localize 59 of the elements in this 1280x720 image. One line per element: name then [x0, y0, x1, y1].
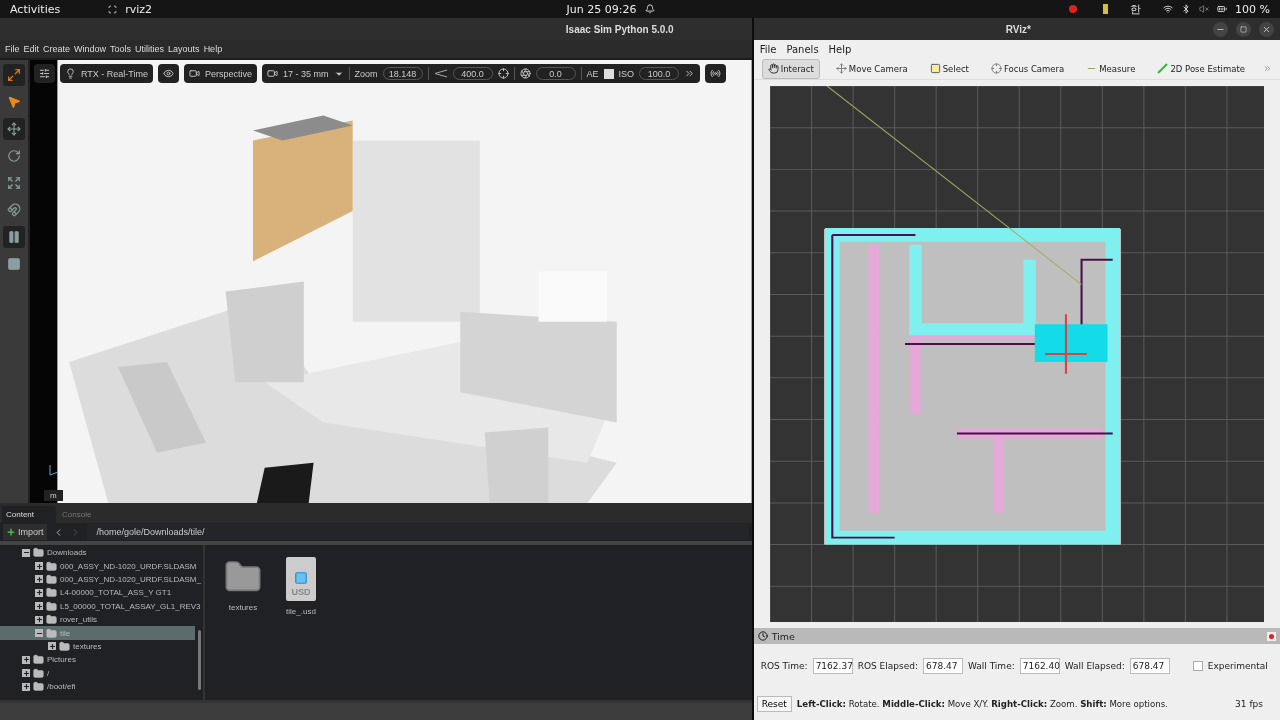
tree-item[interactable]: 000_ASSY_ND-1020_URDF.SLDASM: [60, 561, 197, 571]
tree-item[interactable]: Pictures: [47, 655, 76, 665]
menu-item[interactable]: Tools: [110, 44, 132, 54]
panel-title: Time: [771, 630, 795, 642]
tool-button[interactable]: Focus Camera: [984, 58, 1071, 79]
menu-item[interactable]: Help: [203, 44, 223, 54]
field-label: ROS Elapsed:: [857, 661, 918, 671]
reset-button[interactable]: Reset: [756, 696, 792, 712]
clock[interactable]: Jun 25 09:26: [566, 2, 637, 16]
activities-button[interactable]: Activities: [10, 2, 61, 16]
menu-item[interactable]: Edit: [23, 44, 40, 54]
iso-label: ISO: [618, 68, 635, 79]
tree-item[interactable]: /: [47, 668, 50, 678]
window-title: Isaac Sim Python 5.0.0: [565, 23, 674, 35]
tool-button[interactable]: Select: [923, 58, 975, 79]
zoom-label: Zoom: [354, 68, 378, 79]
file-name[interactable]: textures: [228, 603, 258, 612]
tree-item[interactable]: Downloads: [47, 548, 87, 558]
field-label: ROS Time:: [760, 661, 808, 671]
input-method[interactable]: 한: [1130, 1, 1142, 17]
help-text: Left-Click: Rotate. Middle-Click: Move X/Y. Right-Click: Zoom. Shift: More options.: [796, 699, 1168, 709]
ae-label: AE: [586, 68, 599, 79]
time-field[interactable]: 678.47: [1129, 658, 1170, 674]
tool-button[interactable]: Move Camera: [829, 58, 914, 79]
menu-item[interactable]: File: [759, 43, 777, 55]
window-title: RViz*: [1005, 23, 1031, 35]
tab[interactable]: Content: [2, 506, 56, 523]
tool-button[interactable]: Interact: [761, 58, 820, 79]
menu-item[interactable]: Panels: [786, 43, 819, 55]
tree-item[interactable]: 000_ASSY_ND-1020_URDF.SLDASM_: [60, 574, 201, 584]
time-field[interactable]: 7162.40: [1019, 658, 1060, 674]
checkbox-label: Experimental: [1207, 661, 1268, 671]
menu-item[interactable]: Layouts: [168, 44, 200, 54]
tool-button[interactable]: 2D Pose Estimate: [1151, 58, 1251, 79]
time-field[interactable]: 678.47: [922, 658, 963, 674]
lens-range[interactable]: 17 - 35 mm: [283, 68, 329, 79]
fps-counter: 31 fps: [1235, 699, 1263, 709]
menu-item[interactable]: File: [5, 44, 20, 54]
camera-button[interactable]: Perspective: [184, 64, 258, 83]
app-name[interactable]: rviz2: [125, 2, 153, 16]
battery-level: 100 %: [1235, 2, 1270, 16]
tree-item[interactable]: /boot/efi: [47, 682, 76, 692]
menu-item[interactable]: Create: [43, 44, 71, 54]
renderer-button[interactable]: RTX - Real-Time: [60, 64, 153, 83]
tool-button[interactable]: Measure: [1080, 58, 1142, 79]
tree-item[interactable]: L4-00000_TOTAL_ASS_Y GT1: [60, 588, 172, 598]
units-label: m: [44, 490, 63, 501]
field-label: Wall Time:: [967, 661, 1015, 671]
menu-item[interactable]: Window: [74, 44, 107, 54]
import-button[interactable]: Import: [3, 524, 47, 540]
time-field[interactable]: 7162.37: [812, 658, 853, 674]
field-label: Wall Elapsed:: [1064, 661, 1125, 671]
tree-item[interactable]: textures: [73, 641, 102, 651]
menu-item[interactable]: Help: [828, 43, 852, 55]
tree-item[interactable]: L5_00000_TOTAL_ASSAY_GL1_REV3: [60, 601, 201, 611]
tree-item[interactable]: rover_utils: [60, 615, 97, 625]
path-field[interactable]: /home/gole/Downloads/tile/: [86, 524, 749, 540]
menu-item[interactable]: Utilities: [135, 44, 165, 54]
file-name[interactable]: tile_.usd: [286, 607, 316, 616]
